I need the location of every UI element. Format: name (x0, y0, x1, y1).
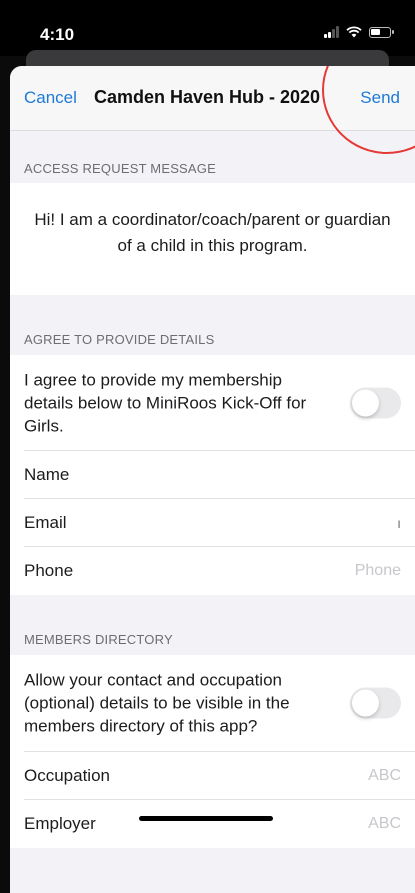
home-indicator[interactable] (139, 816, 273, 821)
employer-field[interactable]: ABC (368, 815, 401, 833)
agree-row: I agree to provide my membership details… (10, 355, 415, 451)
agree-text: I agree to provide my membership details… (24, 370, 307, 435)
agree-toggle[interactable] (350, 387, 401, 418)
cancel-button[interactable]: Cancel (24, 88, 77, 108)
section-header-agree: AGREE TO PROVIDE DETAILS (24, 332, 215, 347)
email-label: Email (24, 512, 67, 532)
allow-visibility-toggle[interactable] (350, 687, 401, 719)
signal-icon (324, 26, 339, 38)
status-icons (324, 26, 394, 38)
email-row[interactable]: Email ı (10, 499, 415, 547)
phone-field[interactable]: Phone (355, 562, 401, 580)
agree-details-group: I agree to provide my membership details… (10, 355, 415, 595)
occupation-row[interactable]: Occupation ABC (10, 752, 415, 800)
status-time: 4:10 (40, 25, 75, 44)
allow-visibility-row: Allow your contact and occupation (optio… (10, 655, 415, 752)
page-title: Camden Haven Hub - 2020 (94, 87, 321, 107)
phone-label: Phone (24, 561, 74, 580)
section-header-members-directory: MEMBERS DIRECTORY (24, 632, 173, 647)
access-request-sheet: Cancel Camden Haven Hub - 2020 Send ACCE… (10, 66, 415, 893)
battery-icon (369, 26, 394, 38)
allow-visibility-toggle-knob (352, 689, 379, 717)
agree-toggle-knob (352, 389, 379, 416)
access-request-message-text: Hi! I am a coordinator/coach/parent or g… (34, 210, 391, 255)
allow-visibility-text: Allow your contact and occupation (optio… (24, 670, 290, 736)
name-row[interactable]: Name (10, 451, 415, 499)
nav-bar: Cancel Camden Haven Hub - 2020 Send (10, 66, 415, 154)
occupation-field[interactable]: ABC (368, 767, 401, 785)
phone-row[interactable]: Phone Phone (10, 547, 415, 595)
employer-label: Employer (24, 814, 96, 833)
wifi-icon (346, 26, 362, 38)
access-request-message: Hi! I am a coordinator/coach/parent or g… (10, 183, 415, 295)
status-bar: 4:10 (0, 0, 415, 56)
occupation-label: Occupation (24, 765, 110, 785)
employer-row[interactable]: Employer ABC (10, 800, 415, 848)
name-label: Name (24, 464, 70, 484)
email-field-cursor[interactable]: ı (397, 515, 401, 531)
